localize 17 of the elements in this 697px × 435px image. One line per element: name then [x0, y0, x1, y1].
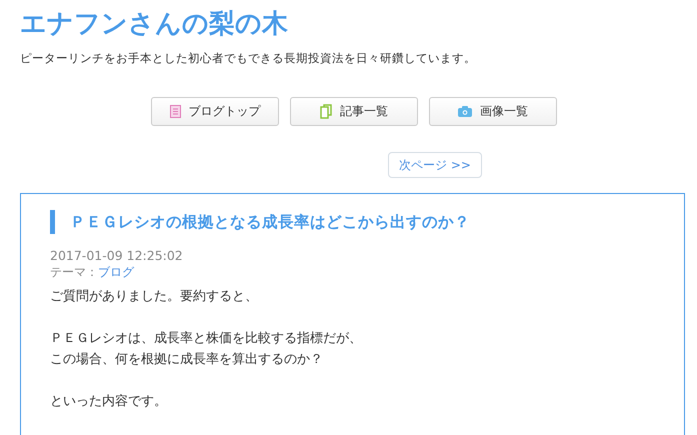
theme-label: テーマ：	[50, 265, 98, 279]
camera-icon	[458, 106, 472, 117]
nav-button[interactable]: 記事一覧	[290, 97, 418, 126]
article-text: といった内容です。	[50, 393, 167, 411]
article-text: ＰＥＧレシオは、成長率と株価を比較する指標だが、	[50, 330, 362, 348]
article-text: この場合、何を根拠に成長率を算出するのか？	[50, 351, 323, 369]
next-page-link[interactable]: 次ページ >>	[388, 152, 482, 178]
list-icon	[170, 105, 180, 118]
theme-link[interactable]: ブログ	[98, 265, 134, 279]
blog-subtitle: ピーターリンチをお手本とした初心者でもできる長期投資法を日々研鑽しています。	[20, 50, 477, 66]
blog-title[interactable]: エナフンさんの梨の木	[20, 8, 288, 40]
nav-button[interactable]: 画像一覧	[429, 97, 557, 126]
nav-button[interactable]: ブログトップ	[151, 97, 279, 126]
document-icon	[320, 104, 332, 119]
article-title[interactable]: ＰＥＧレシオの根拠となる成長率はどこから出すのか？	[50, 210, 470, 234]
article-text: ご質問がありました。要約すると、	[50, 288, 258, 306]
post-date: 2017-01-09 12:25:02	[50, 248, 184, 264]
